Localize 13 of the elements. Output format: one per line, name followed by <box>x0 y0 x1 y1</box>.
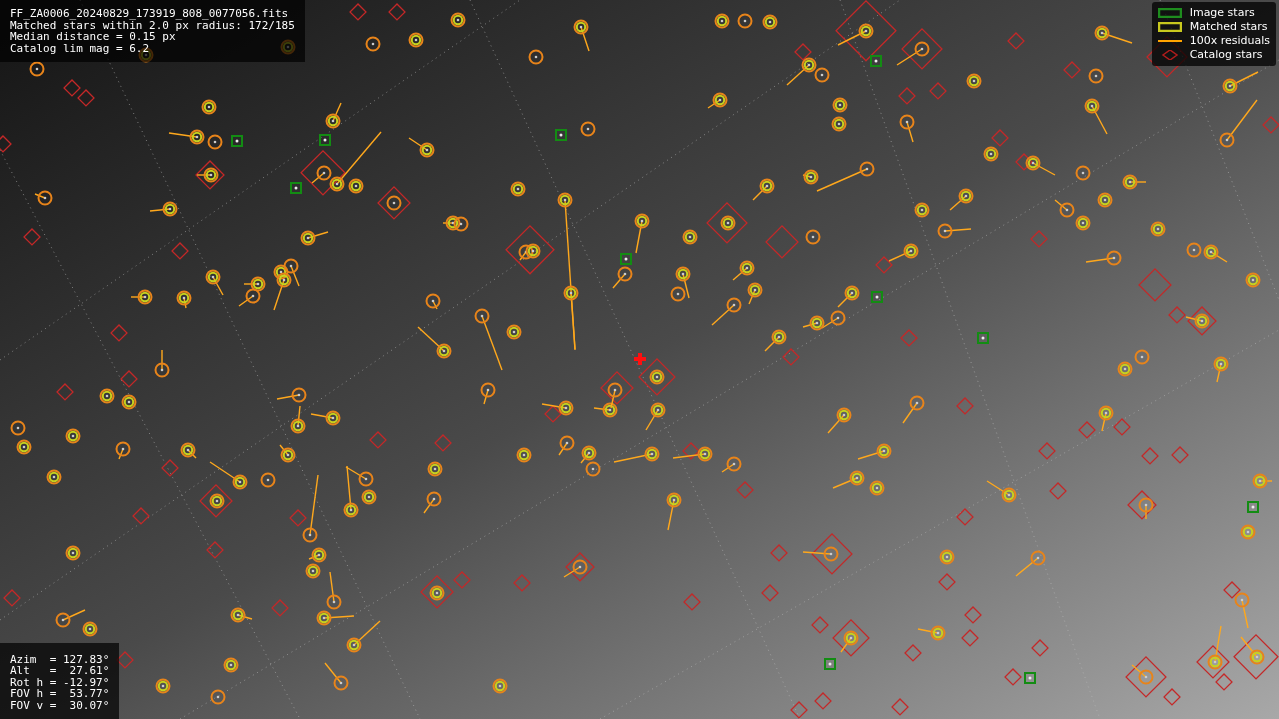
pointing-line: Rot h = -12.97° <box>10 676 110 688</box>
legend-label: Matched stars <box>1189 21 1269 33</box>
legend-label: Catalog stars <box>1189 49 1264 61</box>
legend-label: Image stars <box>1189 7 1256 19</box>
info-line: Matched stars within 2.0 px radius: 172/185 <box>10 19 295 31</box>
info-line: Median distance = 0.15 px <box>10 31 176 43</box>
pointing-line: FOV h = 53.77° <box>10 688 110 700</box>
pointing-line: FOV v = 30.07° <box>10 699 110 711</box>
info-line: FF_ZA0006_20240829_173919_808_0077056.fits <box>10 8 290 20</box>
legend-label: 100x residuals <box>1189 35 1270 47</box>
pointing-line: Azim = 127.83° <box>10 653 110 665</box>
pointing-line: Alt = 27.61° <box>10 665 110 677</box>
info-line: Catalog lim mag = 6.2 <box>10 42 151 54</box>
